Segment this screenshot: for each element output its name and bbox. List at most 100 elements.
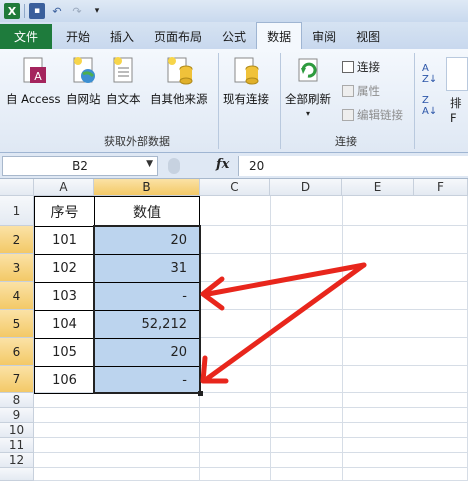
from-other-sources-button[interactable]: 自其他来源 [150,55,208,107]
table-cell-index[interactable]: 103 [34,282,95,311]
group-separator [280,53,281,149]
column-header-b[interactable]: B [94,179,200,196]
sort-label[interactable]: 排F [450,95,468,125]
tab-file[interactable]: 文件 [0,24,52,49]
row-header-13[interactable] [0,468,34,481]
table-cell-value[interactable]: - [94,366,200,394]
row-header-2[interactable]: 2 [0,226,34,254]
table-cell-value[interactable]: 20 [94,338,200,367]
refresh-all-button[interactable]: 全部刷新 ▾ [285,55,331,118]
row-header-1[interactable]: 1 [0,196,34,226]
tab-page-layout[interactable]: 页面布局 [144,24,212,49]
table-cell-value[interactable]: - [94,282,200,311]
from-text-button[interactable]: 自文本 [106,55,141,107]
sort-icon[interactable] [446,57,468,91]
group-separator [218,53,219,149]
select-all-corner[interactable] [0,179,34,196]
table-cell-index[interactable]: 106 [34,366,95,394]
existing-connections-label: 现有连接 [223,92,269,106]
table-cell-index[interactable]: 102 [34,254,95,283]
connections-button[interactable]: 连接 [342,59,380,75]
tab-insert[interactable]: 插入 [100,24,144,49]
from-web-button[interactable]: 自网站 [66,55,101,107]
column-header-a[interactable]: A [34,179,94,196]
properties-icon [342,85,354,97]
gridline [34,407,468,408]
gridline [34,452,468,453]
column-header-e[interactable]: E [342,179,414,196]
excel-logo-icon[interactable]: X [4,3,20,19]
table-cell-value[interactable]: 31 [94,254,200,283]
from-access-button[interactable]: A 自 Access [6,55,61,107]
properties-button[interactable]: 属性 [342,83,380,99]
properties-label: 属性 [357,84,380,98]
customize-qat-icon[interactable]: ▾ [89,3,105,19]
save-icon[interactable]: ▪ [29,3,45,19]
other-sources-icon [167,57,193,85]
undo-icon[interactable]: ↶ [49,3,65,19]
column-header-d[interactable]: D [270,179,342,196]
column-header-f[interactable]: F [414,179,468,196]
separator [24,4,25,18]
gridline [200,337,468,338]
tab-review[interactable]: 审阅 [302,24,346,49]
refresh-dropdown-icon[interactable]: ▾ [306,109,310,118]
table-cell-value[interactable]: 52,212 [94,310,200,339]
header-cell-index[interactable]: 序号 [34,196,95,227]
chevron-down-icon[interactable]: ▼ [146,159,153,169]
connections-label: 连接 [357,60,380,74]
name-box[interactable]: B2 ▼ [2,156,158,176]
edit-links-button[interactable]: 编辑链接 [342,107,403,123]
gridline [200,253,468,254]
insert-function-icon[interactable]: fx [216,157,229,172]
connections-group-label: 连接 [335,135,357,148]
gridline [34,422,468,423]
access-icon: A [23,57,47,83]
row-header-5[interactable]: 5 [0,310,34,338]
table-cell-value[interactable]: 20 [94,226,200,255]
table-cell-index[interactable]: 105 [34,338,95,367]
row-header-6[interactable]: 6 [0,338,34,366]
quick-access-toolbar: X ▪ ↶ ↷ ▾ [0,0,468,22]
row-header-12[interactable]: 12 [0,453,34,468]
row-header-11[interactable]: 11 [0,438,34,453]
gridline [200,225,468,226]
existing-connections-icon [234,57,259,85]
row-header-10[interactable]: 10 [0,423,34,438]
formula-input[interactable]: 20 [238,156,468,176]
tab-formulas[interactable]: 公式 [212,24,256,49]
column-header-c[interactable]: C [200,179,270,196]
from-other-sources-label: 自其他来源 [150,92,208,106]
table-cell-index[interactable]: 101 [34,226,95,255]
edit-links-label: 编辑链接 [357,108,403,122]
sort-az-icon[interactable]: A Z↓ [422,63,437,85]
worksheet-grid[interactable]: A B C D E F 1 2 3 4 5 6 7 8 9 10 11 12 序… [0,179,468,481]
row-header-7[interactable]: 7 [0,366,34,393]
sort-za-icon[interactable]: Z A↓ [422,95,437,117]
tab-data[interactable]: 数据 [256,22,303,49]
svg-text:A: A [35,70,43,83]
formula-value: 20 [249,159,265,173]
from-text-label: 自文本 [106,92,141,106]
row-header-4[interactable]: 4 [0,282,34,310]
row-header-3[interactable]: 3 [0,254,34,282]
row-header-9[interactable]: 9 [0,408,34,423]
redo-icon[interactable]: ↷ [69,3,85,19]
formula-bar: B2 ▼ fx 20 [0,153,468,179]
from-web-label: 自网站 [66,92,101,106]
group-separator [414,53,415,149]
formula-bar-resize-handle[interactable] [168,158,180,174]
refresh-all-label: 全部刷新 [285,92,331,106]
edit-links-icon [342,109,354,121]
tab-home[interactable]: 开始 [56,24,100,49]
table-cell-index[interactable]: 104 [34,310,95,339]
refresh-icon [298,58,318,82]
gridline [200,309,468,310]
existing-connections-button[interactable]: 现有连接 [223,55,269,107]
row-header-8[interactable]: 8 [0,393,34,408]
get-external-data-group-label: 获取外部数据 [104,135,170,148]
header-cell-value[interactable]: 数值 [94,196,200,227]
tab-view[interactable]: 视图 [346,24,390,49]
fill-handle[interactable] [198,391,203,396]
web-icon [73,57,96,83]
